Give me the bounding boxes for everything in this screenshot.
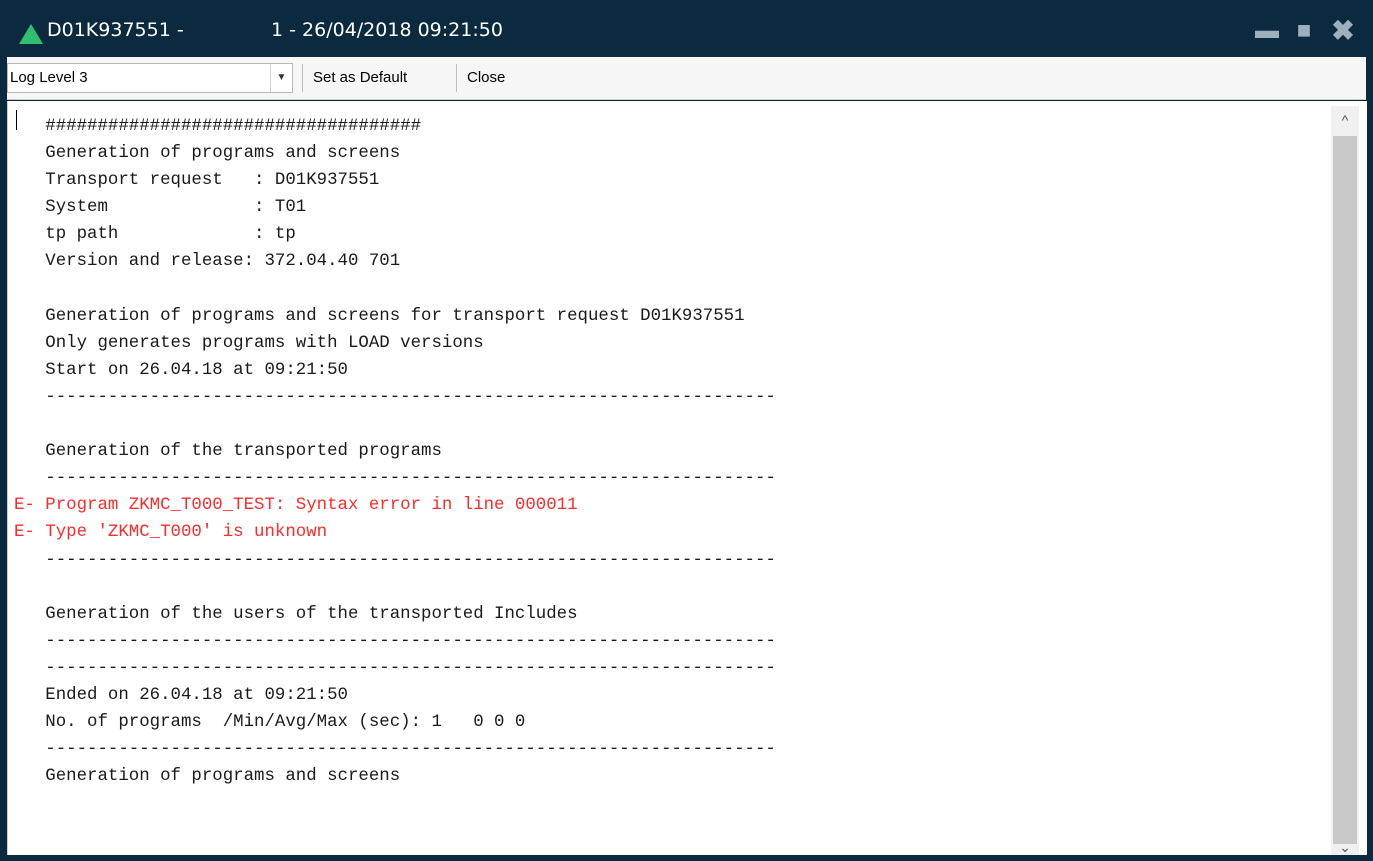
log-line: Only generates programs with LOAD versio… [14, 333, 484, 353]
toolbar-separator [302, 64, 303, 92]
toolbar-separator [456, 64, 457, 92]
scroll-up-icon[interactable]: ^ [1331, 106, 1359, 134]
app-triangle-icon [19, 24, 43, 44]
maximize-icon[interactable]: ■ [1286, 14, 1322, 48]
chevron-down-icon[interactable]: ▼ [270, 64, 292, 92]
log-line: tp path : tp [14, 225, 296, 245]
close-window-icon[interactable]: ✖ [1325, 14, 1361, 48]
window-border-right [1366, 57, 1373, 861]
log-line: Transport request : D01K937551 [14, 171, 380, 191]
log-line: Generation of programs and screens [14, 767, 401, 787]
log-line: Generation of programs and screens [14, 144, 401, 164]
log-line: Start on 26.04.18 at 09:21:50 [14, 360, 348, 380]
log-line: ----------------------------------------… [14, 469, 776, 489]
log-line: #################################### [14, 117, 422, 136]
window-title-info: 1 - 26/04/2018 09:21:50 [271, 19, 503, 41]
toolbar: Log Level 3 ▼ Set as Default Close [7, 57, 1366, 100]
log-output: #################################### Gen… [14, 113, 1324, 790]
log-line: No. of programs /Min/Avg/Max (sec): 1 0 … [14, 713, 526, 733]
log-line: Generation of the users of the transport… [14, 604, 578, 624]
log-line: ----------------------------------------… [14, 550, 776, 570]
log-level-select[interactable]: Log Level 3 ▼ [7, 63, 293, 93]
window-border-bottom [0, 855, 1373, 861]
log-line: System : T01 [14, 198, 307, 218]
log-window: D01K937551 - 1 - 26/04/2018 09:21:50 ▬ ■… [0, 0, 1373, 861]
log-line-error: E- Type 'ZKMC_T000' is unknown [14, 523, 328, 543]
window-border-left [0, 57, 7, 861]
log-line: Generation of programs and screens for t… [14, 306, 745, 326]
window-title-transport: D01K937551 - [47, 19, 184, 41]
minimize-icon[interactable]: ▬ [1249, 14, 1285, 48]
log-line: ----------------------------------------… [14, 631, 776, 651]
log-line: ----------------------------------------… [14, 740, 776, 760]
log-line: ----------------------------------------… [14, 658, 776, 678]
log-line: ----------------------------------------… [14, 387, 776, 407]
log-level-value: Log Level 3 [10, 69, 88, 86]
log-line: Ended on 26.04.18 at 09:21:50 [14, 685, 348, 705]
set-as-default-button[interactable]: Set as Default [313, 69, 407, 86]
vertical-scrollbar[interactable]: ^ ⌄ [1331, 106, 1359, 861]
scroll-thumb[interactable] [1333, 136, 1357, 844]
log-line-error: E- Program ZKMC_T000_TEST: Syntax error … [14, 496, 578, 516]
log-line: Version and release: 372.04.40 701 [14, 252, 401, 272]
title-bar[interactable]: D01K937551 - 1 - 26/04/2018 09:21:50 ▬ ■… [0, 0, 1373, 57]
close-button[interactable]: Close [467, 69, 505, 86]
log-line: Generation of the transported programs [14, 442, 442, 462]
